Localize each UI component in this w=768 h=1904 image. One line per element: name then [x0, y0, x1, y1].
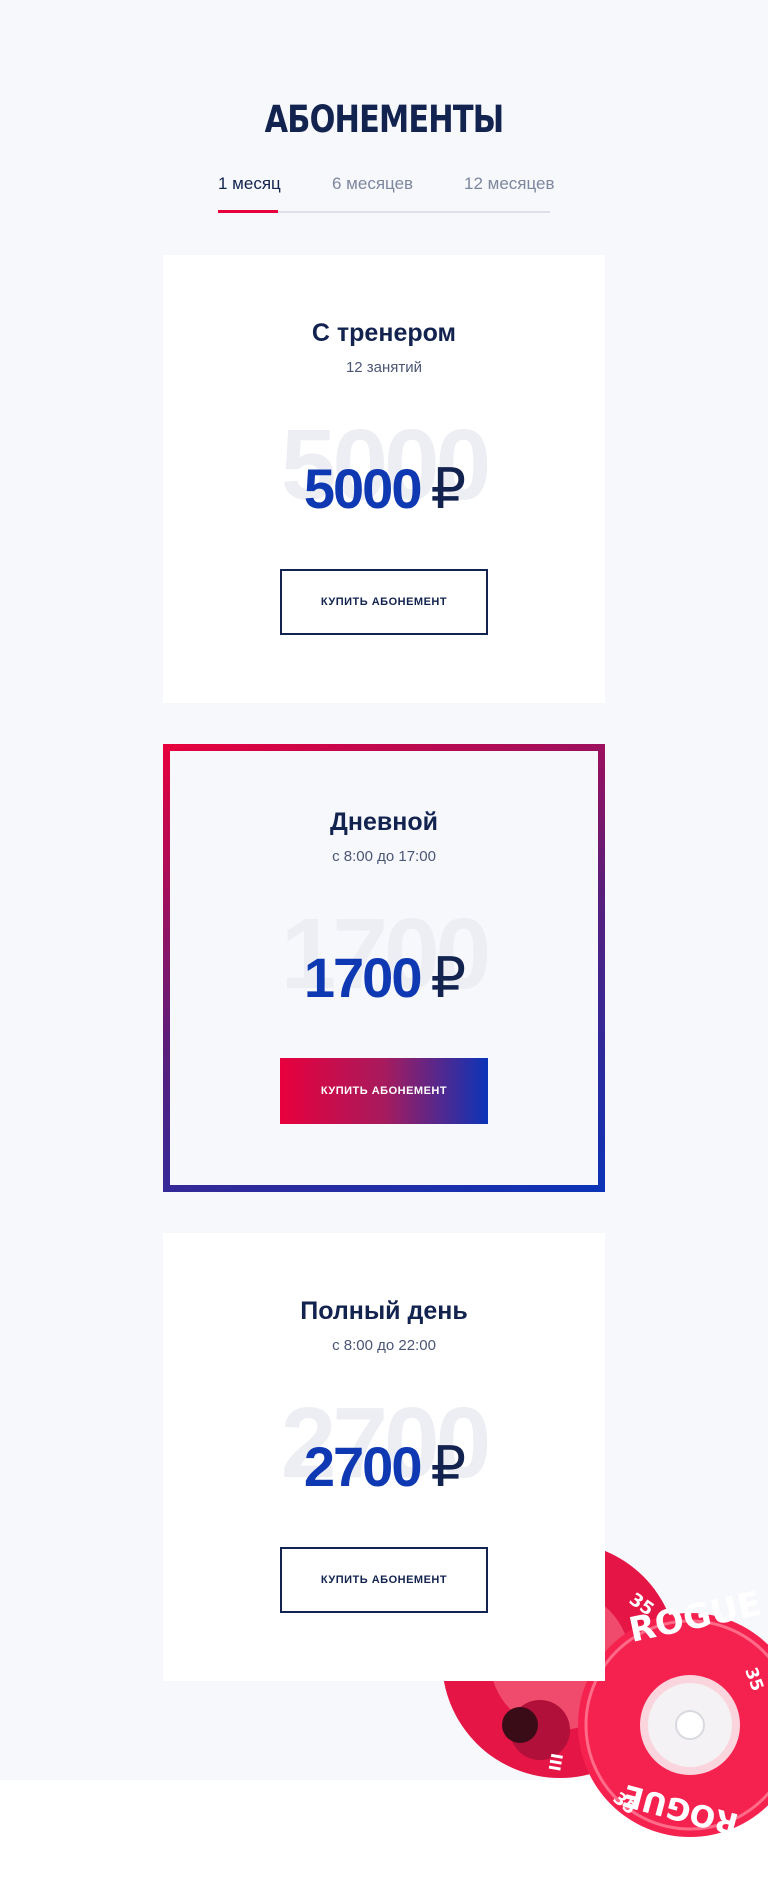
svg-text:ROGUE: ROGUE	[619, 1777, 742, 1841]
plan-price-value: 1700	[303, 946, 423, 1009]
plan-price: 2700 ₽	[163, 1439, 605, 1495]
plan-subtitle: с 8:00 до 22:00	[332, 1337, 436, 1354]
ruble-sign: ₽	[430, 457, 466, 520]
plan-price-value: 5000	[303, 457, 423, 520]
period-tabs: 1 месяц 6 месяцев 12 месяцев	[218, 170, 555, 213]
tab-1-month[interactable]: 1 месяц	[218, 174, 281, 194]
plan-price-value: 2700	[303, 1435, 423, 1498]
plan-title: Дневной	[330, 808, 438, 836]
plan-card-daytime: Дневной с 8:00 до 17:00 1700 1700 ₽ КУПИТ…	[163, 744, 605, 1192]
plan-card-full-day: Полный день с 8:00 до 22:00 2700 2700 ₽ К…	[163, 1233, 605, 1681]
buy-subscription-button[interactable]: КУПИТЬ АБОНЕМЕНТ	[280, 1547, 488, 1613]
plan-price: 1700 ₽	[170, 950, 598, 1006]
buy-subscription-button[interactable]: КУПИТЬ АБОНЕМЕНТ	[280, 569, 488, 635]
section-title: АБОНЕМЕНТЫ	[264, 98, 505, 141]
plan-title: С тренером	[311, 319, 457, 347]
plan-subtitle: с 8:00 до 17:00	[332, 848, 436, 865]
plate-weight-label-2: 35	[609, 1789, 640, 1820]
ruble-sign: ₽	[430, 946, 466, 1009]
active-tab-indicator	[218, 210, 278, 213]
plan-card-trainer: С тренером 12 занятий 5000 5000 ₽ КУПИТЬ …	[163, 255, 605, 703]
plan-title: Полный день	[300, 1297, 468, 1325]
tab-12-months[interactable]: 12 месяцев	[464, 174, 555, 194]
tab-6-months[interactable]: 6 месяцев	[332, 174, 413, 194]
plan-price: 5000 ₽	[163, 461, 605, 517]
plan-subtitle: 12 занятий	[345, 359, 423, 376]
buy-subscription-button[interactable]: КУПИТЬ АБОНЕМЕНТ	[280, 1058, 488, 1124]
ruble-sign: ₽	[430, 1435, 466, 1498]
